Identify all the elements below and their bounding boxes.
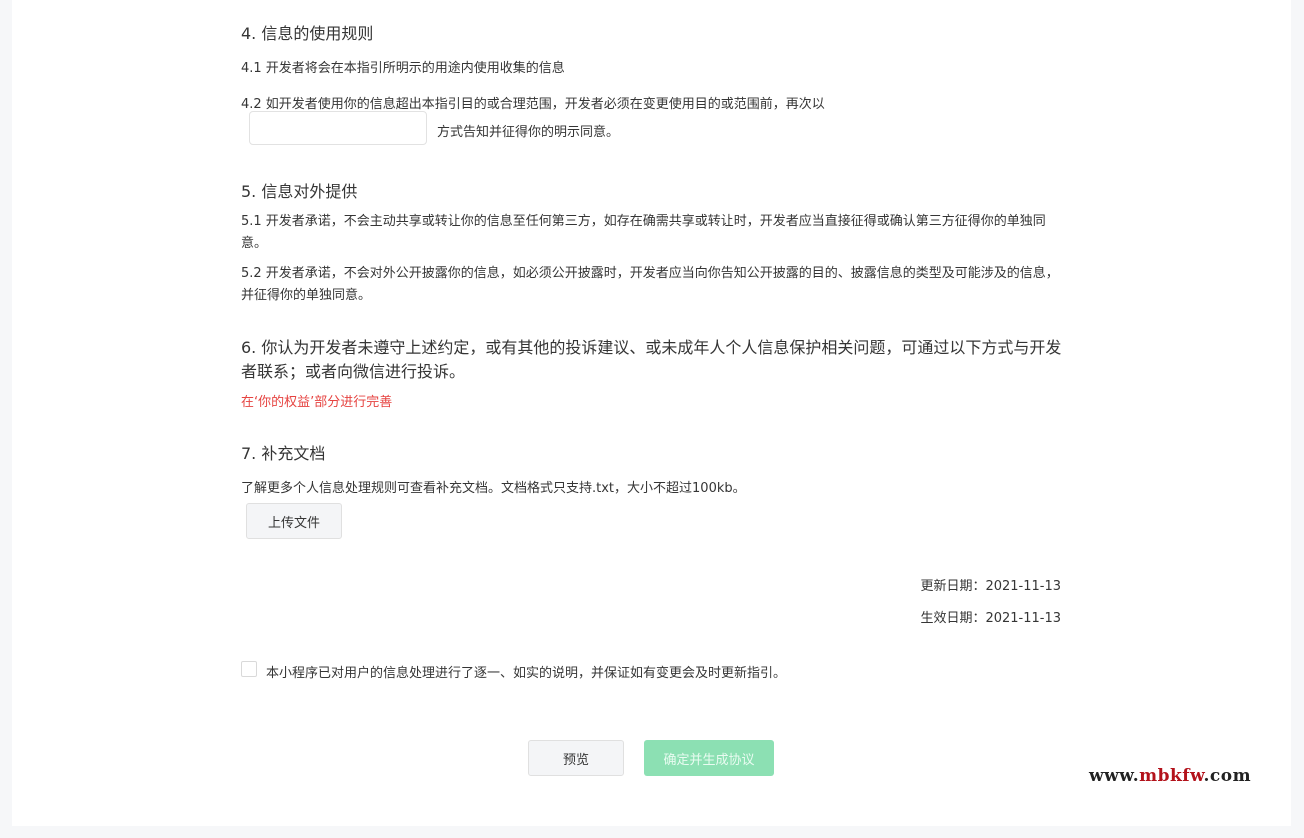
watermark-middle: mbkfw [1139,766,1204,786]
agreement-checkbox[interactable] [241,661,257,677]
your-rights-link[interactable]: 在‘你的权益’部分进行完善 [241,391,392,410]
notify-method-input[interactable] [249,111,427,145]
confirm-generate-button[interactable]: 确定并生成协议 [644,740,774,776]
section-7-title: 7. 补充文档 [241,444,326,463]
watermark-prefix: www. [1089,766,1140,786]
section-5-2-text: 5.2 开发者承诺，不会对外公开披露你的信息，如必须公开披露时，开发者应当向你告… [241,266,1059,303]
section-4-title: 4. 信息的使用规则 [241,24,374,43]
agreement-editor-panel: 4. 信息的使用规则 4.1 开发者将会在本指引所明示的用途内使用收集的信息 4… [12,0,1291,826]
section-4-1-text: 4.1 开发者将会在本指引所明示的用途内使用收集的信息 [241,61,565,76]
section-4-2-suffix: 方式告知并征得你的明示同意。 [437,125,620,140]
section-4-2-text: 4.2 如开发者使用你的信息超出本指引目的或合理范围，开发者必须在变更使用目的或… [241,97,825,112]
supplementary-doc-desc: 了解更多个人信息处理规则可查看补充文档。文档格式只支持.txt，大小不超过100… [241,481,746,496]
effective-date: 生效日期：2021-11-13 [920,611,1061,626]
preview-button[interactable]: 预览 [528,740,624,776]
agreement-label: 本小程序已对用户的信息处理进行了逐一、如实的说明，并保证如有变更会及时更新指引。 [266,666,787,681]
section-5-1-text: 5.1 开发者承诺，不会主动共享或转让你的信息至任何第三方，如存在确需共享或转让… [241,214,1046,251]
section-5-title: 5. 信息对外提供 [241,182,358,201]
updated-date: 更新日期：2021-11-13 [920,579,1061,594]
upload-file-button[interactable]: 上传文件 [246,503,342,539]
section-6-title: 6. 你认为开发者未遵守上述约定，或有其他的投诉建议、或未成年人个人信息保护相关… [241,338,1062,381]
watermark-suffix: .com [1203,766,1252,786]
site-watermark: www.mbkfw.com [1089,766,1251,786]
